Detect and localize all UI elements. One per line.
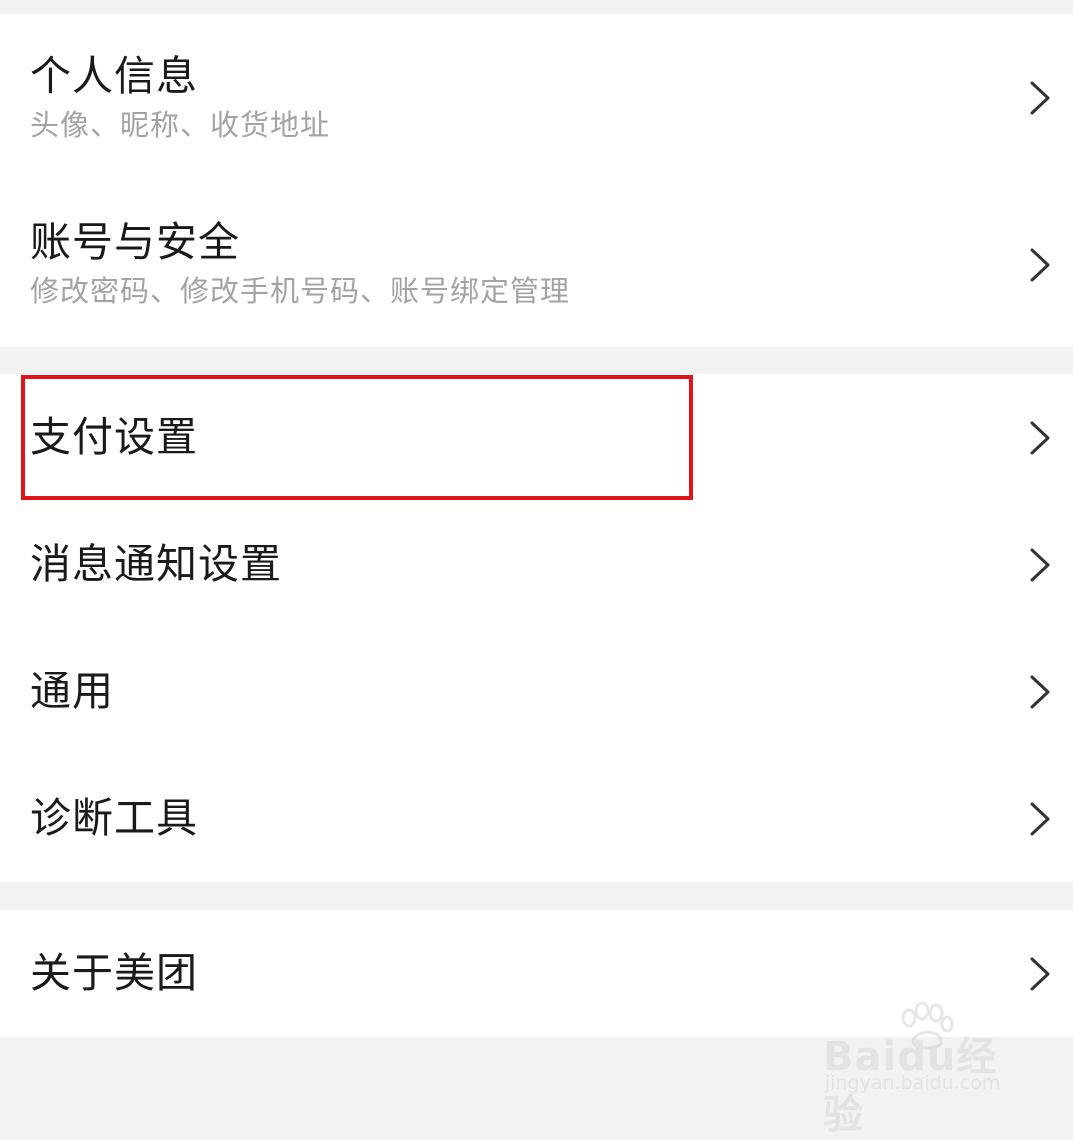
item-title: 支付设置 bbox=[30, 412, 198, 461]
chevron-right-icon bbox=[1027, 799, 1053, 839]
settings-item-payment[interactable]: 支付设置 bbox=[0, 374, 1073, 501]
item-title: 账号与安全 bbox=[30, 218, 240, 267]
section-divider bbox=[0, 882, 1073, 910]
chevron-right-icon bbox=[1027, 245, 1053, 285]
item-title: 关于美团 bbox=[30, 948, 198, 997]
top-spacer bbox=[0, 0, 1073, 14]
settings-group-profile: 个人信息 头像、昵称、收货地址 账号与安全 修改密码、修改手机号码、账号绑定管理 bbox=[0, 14, 1073, 347]
chevron-right-icon bbox=[1027, 418, 1053, 458]
settings-item-personal-info[interactable]: 个人信息 头像、昵称、收货地址 bbox=[0, 14, 1073, 182]
settings-group-preferences: 支付设置 消息通知设置 通用 诊断工具 bbox=[0, 374, 1073, 882]
item-title: 个人信息 bbox=[30, 51, 198, 100]
item-subtitle: 修改密码、修改手机号码、账号绑定管理 bbox=[30, 274, 571, 309]
settings-item-notifications[interactable]: 消息通知设置 bbox=[0, 501, 1073, 628]
section-divider bbox=[0, 347, 1073, 374]
settings-item-diagnostics[interactable]: 诊断工具 bbox=[0, 755, 1073, 882]
settings-item-general[interactable]: 通用 bbox=[0, 628, 1073, 755]
item-title: 诊断工具 bbox=[30, 793, 198, 842]
settings-item-account-security[interactable]: 账号与安全 修改密码、修改手机号码、账号绑定管理 bbox=[0, 182, 1073, 347]
chevron-right-icon bbox=[1027, 78, 1053, 118]
item-title: 消息通知设置 bbox=[30, 539, 282, 588]
chevron-right-icon bbox=[1027, 545, 1053, 585]
chevron-right-icon bbox=[1027, 672, 1053, 712]
item-title: 通用 bbox=[30, 666, 114, 715]
chevron-right-icon bbox=[1027, 954, 1053, 994]
item-subtitle: 头像、昵称、收货地址 bbox=[30, 107, 331, 142]
watermark-url: jingyan.baidu.com bbox=[825, 1072, 1001, 1094]
baidu-watermark: Baidu经验 jingyan.baidu.com bbox=[823, 1002, 1013, 1138]
